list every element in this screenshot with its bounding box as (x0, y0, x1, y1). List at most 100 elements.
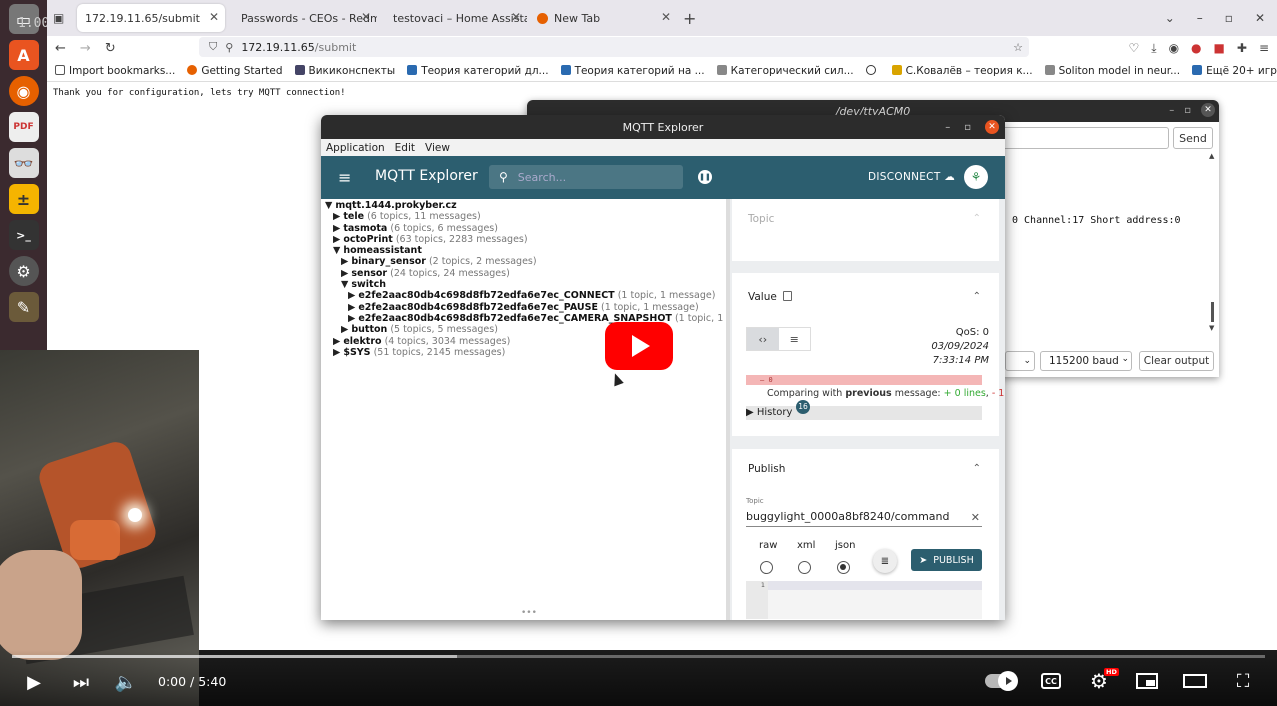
progress-bar[interactable] (12, 655, 1265, 658)
disconnect-button[interactable]: DISCONNECT ☁ (868, 171, 955, 183)
baud-select[interactable]: 115200 baud ⌄ (1040, 351, 1132, 371)
close-icon[interactable]: ✕ (361, 10, 371, 24)
bookmark-category-theory-1[interactable]: Теория категорий дл... (407, 64, 549, 77)
menu-application[interactable]: Application (326, 142, 385, 154)
close-icon[interactable]: ✕ (511, 10, 521, 24)
url-bar[interactable]: ⛉ ⚲ 172.19.11.65/submit ☆ (199, 37, 1029, 57)
copy-icon[interactable] (782, 291, 792, 301)
close-icon[interactable]: ✕ (209, 10, 219, 24)
expand-icon[interactable]: ▶ (333, 234, 340, 245)
bookmark-games[interactable]: Ещё 20+ игр, которы... (1192, 64, 1277, 77)
back-icon[interactable]: ← (55, 41, 66, 56)
serial-input[interactable] (1002, 127, 1169, 149)
chevron-up-icon[interactable]: ⌃ (973, 213, 981, 224)
scroll-thumb[interactable] (1211, 302, 1214, 322)
expand-icon[interactable]: ▶ (333, 347, 340, 358)
tab-list-icon[interactable]: ▣ (53, 11, 71, 25)
bookmark-wikikonspekty[interactable]: Викиконспекты (294, 64, 395, 77)
close-icon[interactable]: ✕ (985, 120, 999, 134)
bookmark-import[interactable]: Import bookmarks... (55, 64, 175, 77)
fullscreen-icon[interactable]: ⛶ (1232, 670, 1254, 692)
theater-mode-icon[interactable] (1183, 670, 1207, 692)
firefox-icon[interactable]: ◉ (8, 76, 39, 106)
menu-view[interactable]: View (425, 142, 450, 154)
line-ending-select[interactable]: ⌄ (1005, 351, 1035, 371)
tree-node[interactable]: ▶ binary_sensor (2 topics, 2 messages) (325, 256, 726, 267)
app-center-icon[interactable]: A (8, 40, 39, 70)
expand-icon[interactable]: ▶ (341, 324, 348, 335)
glasses-app-icon[interactable]: 👓 (8, 148, 39, 178)
forward-icon[interactable]: → (80, 41, 91, 56)
expand-icon[interactable]: ▶ (348, 290, 355, 301)
reload-icon[interactable]: ↻ (105, 41, 116, 56)
tree-node[interactable]: ▼ mqtt.1444.prokyber.cz (325, 200, 726, 211)
chevron-up-icon[interactable]: ⌃ (973, 291, 981, 302)
play-icon[interactable]: ▶ (24, 670, 44, 694)
adblock-icon[interactable]: ● (1191, 41, 1201, 56)
raw-view-icon[interactable]: ≡ (779, 328, 811, 350)
tab-new-tab[interactable]: New Tab ✕ (529, 4, 677, 32)
downloads-icon[interactable]: ⤓ (1151, 41, 1156, 56)
close-icon[interactable]: ✕ (1255, 11, 1265, 25)
tree-node[interactable]: ▶ octoPrint (63 topics, 2283 messages) (325, 234, 726, 245)
maximize-icon[interactable]: ▫ (1184, 105, 1191, 116)
menu-icon[interactable]: ≡ (1259, 41, 1269, 56)
serial-scrollbar[interactable]: ▲ ▼ (1209, 152, 1217, 332)
publish-topic-input[interactable]: buggylight_0000a8bf8240/command ✕ (746, 510, 982, 527)
tree-node[interactable]: ▼ switch (325, 279, 726, 290)
bookmark-globe[interactable] (865, 64, 880, 77)
volume-icon[interactable]: 🔈 (115, 670, 137, 694)
expand-icon[interactable]: ▶ (341, 268, 348, 279)
tab-home-assistant[interactable]: testovaci – Home Assista ✕ (379, 4, 527, 32)
pocket-icon[interactable]: ♡ (1128, 41, 1139, 56)
search-input[interactable]: ⚲ Search... (489, 165, 683, 189)
new-tab-button[interactable]: + (683, 9, 696, 28)
youtube-play-button[interactable] (605, 322, 673, 370)
settings-icon[interactable]: ⚙ (8, 256, 39, 286)
tree-node[interactable]: ▶ tasmota (6 topics, 6 messages) (325, 223, 726, 234)
bookmark-soliton[interactable]: Soliton model in neur... (1044, 64, 1180, 77)
clear-output-button[interactable]: Clear output (1139, 351, 1214, 371)
maximize-icon[interactable]: ▫ (964, 122, 971, 133)
close-icon[interactable]: ✕ (1201, 103, 1215, 117)
expand-icon[interactable]: ▶ (348, 302, 355, 313)
code-view-icon[interactable]: ‹› (747, 328, 779, 350)
calculator-icon[interactable]: ± (8, 184, 39, 214)
minimize-icon[interactable]: – (1169, 105, 1174, 116)
clear-icon[interactable]: ✕ (971, 511, 980, 524)
terminal-icon[interactable]: >_ (8, 220, 39, 250)
expand-icon[interactable]: ▶ (333, 211, 340, 222)
tree-node[interactable]: ▶ e2fe2aac80db4c698d8fb72edfa6e7ec_CONNE… (325, 290, 726, 301)
hamburger-icon[interactable]: ≡ (338, 168, 351, 187)
pdf-viewer-icon[interactable]: PDF (8, 112, 39, 142)
account-icon[interactable]: ◉ (1169, 41, 1179, 56)
expand-icon[interactable]: ▶ (333, 223, 340, 234)
resize-handle-icon[interactable]: ••• (521, 608, 537, 618)
send-button[interactable]: Send (1173, 127, 1213, 149)
expand-icon[interactable]: ▶ (348, 313, 355, 324)
miniplayer-icon[interactable] (1135, 670, 1159, 692)
chevron-down-icon[interactable]: ⌄ (1165, 11, 1175, 25)
expand-icon[interactable]: ▶ (333, 336, 340, 347)
tab-passwords[interactable]: Passwords - CEOs - Redm ✕ (227, 4, 377, 32)
chevron-up-icon[interactable]: ⌃ (973, 463, 981, 474)
pause-icon[interactable]: ❚❚ (698, 170, 712, 184)
avatar[interactable]: ⚘ (964, 165, 988, 189)
expand-icon[interactable]: ▼ (333, 245, 340, 256)
history-toggle[interactable]: ▶ History 16 (746, 400, 982, 420)
tree-node[interactable]: ▶ tele (6 topics, 11 messages) (325, 211, 726, 222)
extension-red-icon[interactable]: ■ (1214, 41, 1225, 56)
menu-edit[interactable]: Edit (395, 142, 415, 154)
captions-button[interactable]: CC (1041, 673, 1061, 689)
expand-icon[interactable]: ▶ (341, 256, 348, 267)
star-icon[interactable]: ☆ (1013, 41, 1023, 54)
next-icon[interactable]: ⏭ (71, 670, 91, 694)
bookmark-getting-started[interactable]: Getting Started (187, 64, 283, 77)
minimize-icon[interactable]: – (945, 122, 950, 133)
tree-node[interactable]: ▼ homeassistant (325, 245, 726, 256)
tab-submit[interactable]: 172.19.11.65/submit ✕ (77, 4, 225, 32)
tree-node[interactable]: ▶ e2fe2aac80db4c698d8fb72edfa6e7ec_PAUSE… (325, 302, 726, 313)
expand-icon[interactable]: ▼ (325, 200, 332, 211)
expand-icon[interactable]: ▼ (341, 279, 348, 290)
minimize-icon[interactable]: – (1197, 11, 1203, 25)
